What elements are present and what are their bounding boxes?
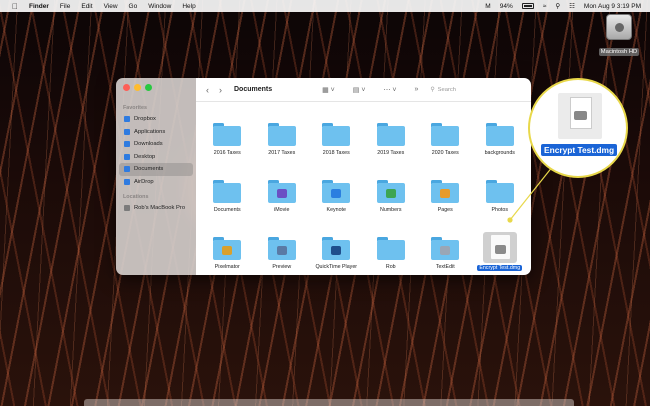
callout-label: Encrypt Test.dmg xyxy=(541,144,618,156)
callout-connector xyxy=(507,165,554,223)
dock xyxy=(84,399,574,406)
dmg-file-icon xyxy=(558,93,602,139)
zoom-callout: Encrypt Test.dmg xyxy=(528,78,628,178)
